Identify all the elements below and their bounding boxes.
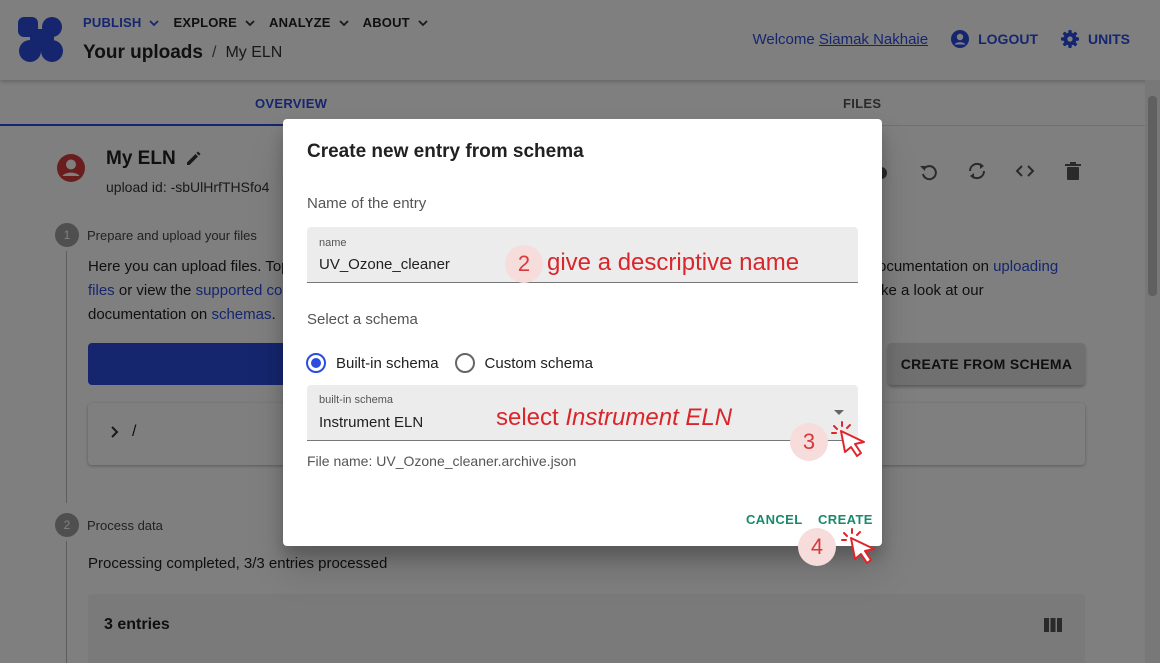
click-cursor-icon — [831, 421, 865, 457]
dropdown-arrow-icon[interactable] — [834, 410, 844, 415]
dialog-title: Create new entry from schema — [307, 141, 584, 162]
entry-name-section-label: Name of the entry — [307, 195, 427, 212]
annotation-badge-4: 4 — [798, 528, 836, 566]
builtin-schema-radio[interactable]: Built-in schema — [306, 353, 439, 373]
annotation-text-name: give a descriptive name — [547, 249, 800, 276]
custom-schema-radio[interactable]: Custom schema — [454, 353, 593, 373]
create-entry-dialog: Create new entry from schema Name of the… — [283, 119, 882, 546]
cancel-button[interactable]: CANCEL — [746, 512, 803, 527]
entry-name-field-label: name — [319, 237, 347, 249]
custom-schema-label: Custom schema — [484, 354, 593, 372]
click-cursor-icon — [841, 528, 875, 564]
radio-unchecked-icon — [454, 353, 475, 373]
schema-type-radio-group: Built-in schema Custom schema — [306, 353, 609, 373]
create-button[interactable]: CREATE — [818, 512, 873, 527]
output-file-name: File name: UV_Ozone_cleaner.archive.json — [307, 453, 577, 469]
annotation-text-schema: select Instrument ELN — [496, 404, 732, 432]
radio-checked-icon — [306, 353, 326, 373]
builtin-schema-label: Built-in schema — [336, 354, 439, 372]
annotation-text-schema-italic: Instrument ELN — [565, 404, 733, 431]
annotation-badge-3: 3 — [790, 423, 828, 461]
builtin-schema-field-label: built-in schema — [319, 394, 393, 406]
entry-name-input[interactable]: UV_Ozone_cleaner — [319, 256, 450, 273]
annotation-badge-2: 2 — [505, 245, 543, 283]
annotation-text-schema-prefix: select — [496, 404, 559, 431]
builtin-schema-value: Instrument ELN — [319, 414, 424, 431]
schema-section-label: Select a schema — [307, 311, 418, 328]
